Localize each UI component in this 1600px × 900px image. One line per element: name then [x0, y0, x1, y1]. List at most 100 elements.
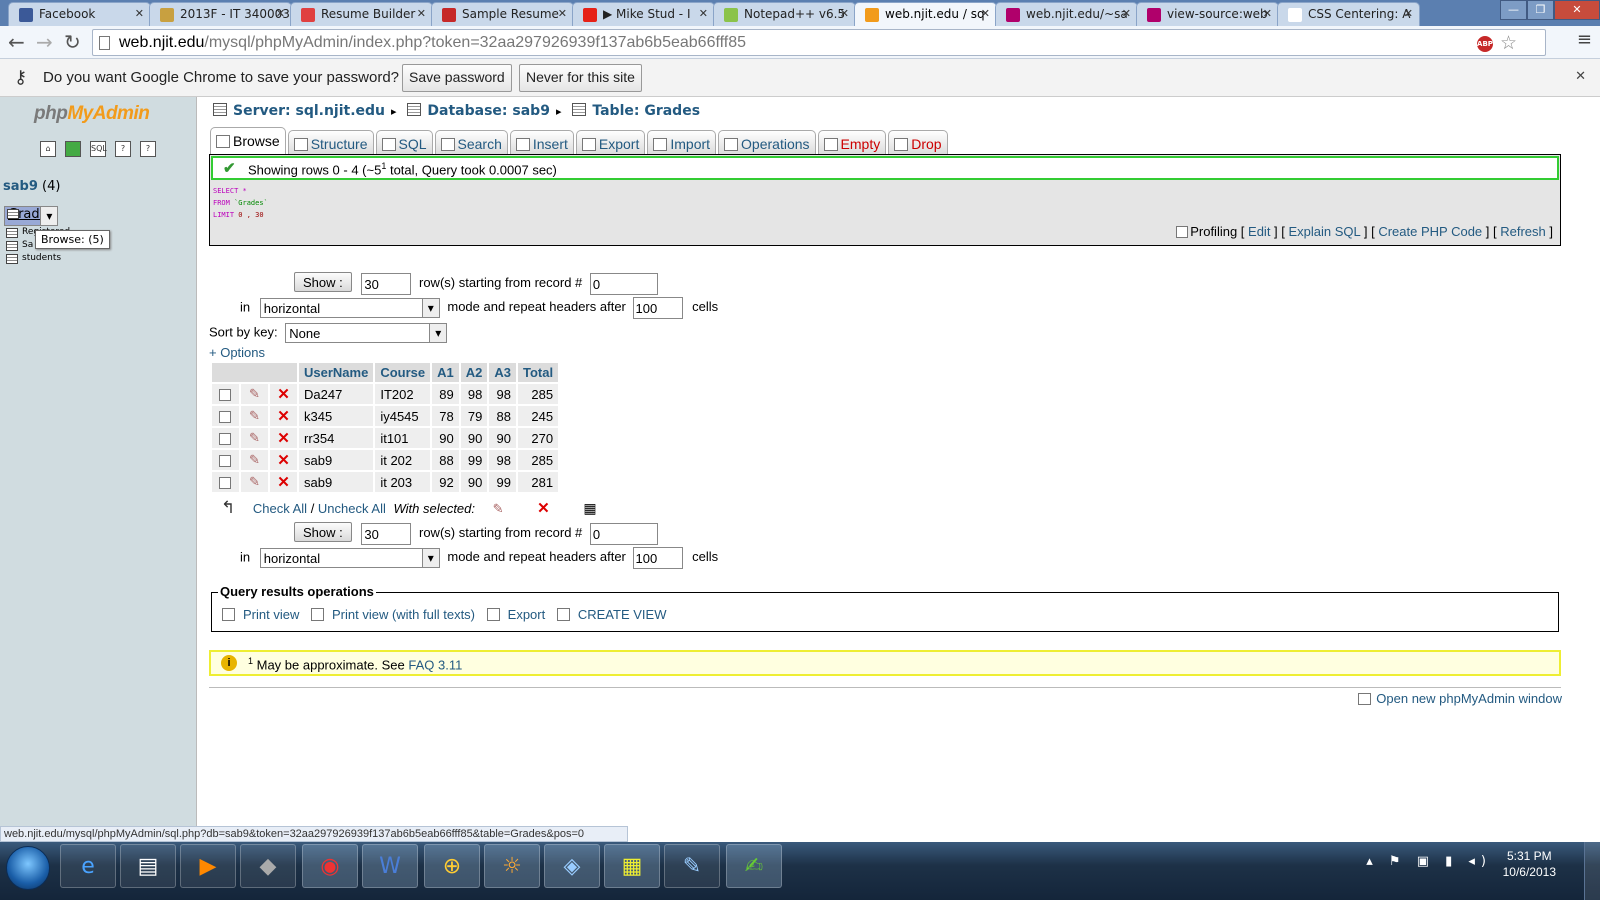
taskbar-notepadpp-icon[interactable]: ✍ — [726, 844, 782, 888]
tab-export[interactable]: Export — [575, 130, 646, 154]
tab-import[interactable]: Import — [647, 130, 717, 154]
tab-close-icon[interactable]: ✕ — [840, 7, 849, 20]
clock[interactable]: 5:31 PM 10/6/2013 — [1503, 848, 1556, 880]
table-item-students[interactable]: students — [4, 252, 194, 265]
delete-row-icon[interactable]: ✕ — [277, 430, 290, 447]
table-item-grades[interactable]: Grades — [4, 206, 59, 226]
tab-search[interactable]: Search — [434, 130, 508, 154]
uncheck-all-link[interactable]: Uncheck All — [318, 501, 386, 516]
tab-close-icon[interactable]: ✕ — [699, 7, 708, 20]
breadcrumb-database[interactable]: Database: sab9 ▸ — [407, 103, 561, 119]
rows-input-bottom[interactable]: 30 — [361, 522, 412, 545]
never-for-site-button[interactable]: Never for this site — [519, 64, 642, 92]
browser-tab[interactable]: ▶ Mike Stud - I ✕ — [572, 2, 715, 26]
edit-row-icon[interactable]: ✎ — [249, 408, 260, 423]
row-checkbox[interactable] — [218, 431, 233, 446]
tab-empty[interactable]: Empty — [817, 130, 887, 154]
browser-tab[interactable]: Notepad++ v6.5 ✕ — [713, 2, 856, 26]
phpmyadmin-logo[interactable]: phpMyAdmin — [34, 103, 150, 125]
window-close-button[interactable]: ✕ — [1554, 0, 1600, 20]
edit-sql-link[interactable]: Edit — [1248, 224, 1270, 239]
tab-sql[interactable]: SQL — [375, 130, 433, 154]
mode-select-bottom[interactable]: horizontal — [259, 548, 440, 568]
explain-sql-link[interactable]: Explain SQL — [1289, 224, 1361, 239]
home-icon[interactable]: ⌂ — [40, 141, 56, 157]
forward-icon[interactable]: → — [36, 31, 53, 53]
tab-browse[interactable]: Browse — [210, 127, 286, 154]
col-course[interactable]: Course — [375, 363, 431, 382]
edit-row-icon[interactable]: ✎ — [249, 452, 260, 467]
browser-tab[interactable]: Sample Resume ✕ — [431, 2, 574, 26]
taskbar-media-icon[interactable]: ▶ — [180, 844, 236, 888]
taskbar-explorer-icon[interactable]: ▤ — [120, 844, 176, 888]
chrome-menu-icon[interactable]: ≡ — [1577, 29, 1592, 50]
show-button-bottom[interactable]: Show : — [294, 522, 352, 542]
start-button[interactable] — [6, 846, 50, 890]
taskbar-gear-icon[interactable]: ☼ — [484, 844, 540, 888]
documentation-icon[interactable]: ? — [115, 141, 131, 157]
reload-icon[interactable]: ↻ — [64, 31, 81, 53]
browser-tab[interactable]: web.njit.edu / sq ✕ — [854, 2, 997, 27]
maximize-button[interactable]: ❐ — [1527, 0, 1554, 20]
create-view-link[interactable]: CREATE VIEW — [578, 607, 667, 622]
tab-drop[interactable]: Drop — [888, 130, 948, 154]
check-all-link[interactable]: Check All — [253, 501, 307, 516]
exit-icon[interactable] — [65, 141, 81, 157]
start-record-input[interactable]: 0 — [589, 272, 658, 295]
delete-selected-icon[interactable]: ✕ — [537, 500, 550, 517]
sql-docs-icon[interactable]: ? — [140, 141, 156, 157]
tab-close-icon[interactable]: ✕ — [1404, 7, 1413, 20]
row-checkbox[interactable] — [218, 475, 233, 490]
options-toggle[interactable]: + Options — [209, 345, 265, 360]
query-window-icon[interactable]: SQL — [90, 141, 107, 157]
mode-select[interactable]: horizontal — [259, 298, 440, 318]
browser-tab[interactable]: 2013F - IT 340003 ✕ — [149, 2, 292, 26]
sort-key-select[interactable]: None — [285, 323, 448, 343]
repeat-headers-input-bottom[interactable]: 100 — [632, 547, 683, 569]
tab-close-icon[interactable]: ✕ — [1263, 7, 1272, 20]
row-checkbox[interactable] — [218, 387, 233, 402]
create-php-link[interactable]: Create PHP Code — [1378, 224, 1482, 239]
profiling-checkbox[interactable] — [1176, 226, 1189, 238]
delete-row-icon[interactable]: ✕ — [277, 452, 290, 469]
rows-input[interactable]: 30 — [361, 272, 412, 295]
col-a3[interactable]: A3 — [489, 363, 516, 382]
print-full-link[interactable]: Print view (with full texts) — [332, 607, 475, 622]
browser-tab[interactable]: web.njit.edu/~sa ✕ — [995, 2, 1138, 26]
row-checkbox[interactable] — [218, 409, 233, 424]
refresh-link[interactable]: Refresh — [1500, 224, 1546, 239]
taskbar-globe-icon[interactable]: ⊕ — [424, 844, 480, 888]
adblock-icon[interactable]: ABP — [1477, 36, 1493, 52]
edit-selected-icon[interactable]: ✎ — [493, 501, 504, 516]
browser-tab[interactable]: Facebook ✕ — [8, 2, 151, 26]
delete-row-icon[interactable]: ✕ — [277, 386, 290, 403]
edit-row-icon[interactable]: ✎ — [249, 474, 260, 489]
minimize-button[interactable]: — — [1500, 0, 1527, 20]
browser-tab[interactable]: Resume Builder ✕ — [290, 2, 433, 26]
print-view-link[interactable]: Print view — [243, 607, 299, 622]
faq-link[interactable]: FAQ 3.11 — [408, 657, 462, 672]
repeat-headers-input[interactable]: 100 — [632, 297, 683, 319]
show-button[interactable]: Show : — [294, 272, 352, 292]
edit-row-icon[interactable]: ✎ — [249, 430, 260, 445]
tab-close-icon[interactable]: ✕ — [981, 7, 990, 20]
browser-tab[interactable]: view-source:web ✕ — [1136, 2, 1279, 26]
infobar-close-icon[interactable]: ✕ — [1575, 69, 1586, 84]
tab-close-icon[interactable]: ✕ — [1122, 7, 1131, 20]
delete-row-icon[interactable]: ✕ — [277, 474, 290, 491]
address-bar[interactable]: web.njit.edu/mysql/phpMyAdmin/index.php?… — [92, 29, 1546, 56]
database-link[interactable]: sab9 — [3, 179, 38, 194]
taskbar-app-icon[interactable]: ◆ — [240, 844, 296, 888]
taskbar-ie-icon[interactable]: e — [60, 844, 116, 888]
delete-row-icon[interactable]: ✕ — [277, 408, 290, 425]
col-a2[interactable]: A2 — [460, 363, 488, 382]
tab-close-icon[interactable]: ✕ — [417, 7, 426, 20]
browser-tab[interactable]: CSS Centering: A ✕ — [1277, 2, 1420, 26]
edit-row-icon[interactable]: ✎ — [249, 386, 260, 401]
show-desktop-button[interactable] — [1584, 842, 1600, 900]
back-icon[interactable]: ← — [8, 31, 25, 53]
taskbar-word-icon[interactable]: W — [362, 844, 418, 888]
system-tray[interactable]: ▴ ⚑ ▣ ▮ ◂) — [1366, 854, 1492, 869]
taskbar-notes-icon[interactable]: ▦ — [604, 844, 660, 888]
row-checkbox[interactable] — [218, 453, 233, 468]
